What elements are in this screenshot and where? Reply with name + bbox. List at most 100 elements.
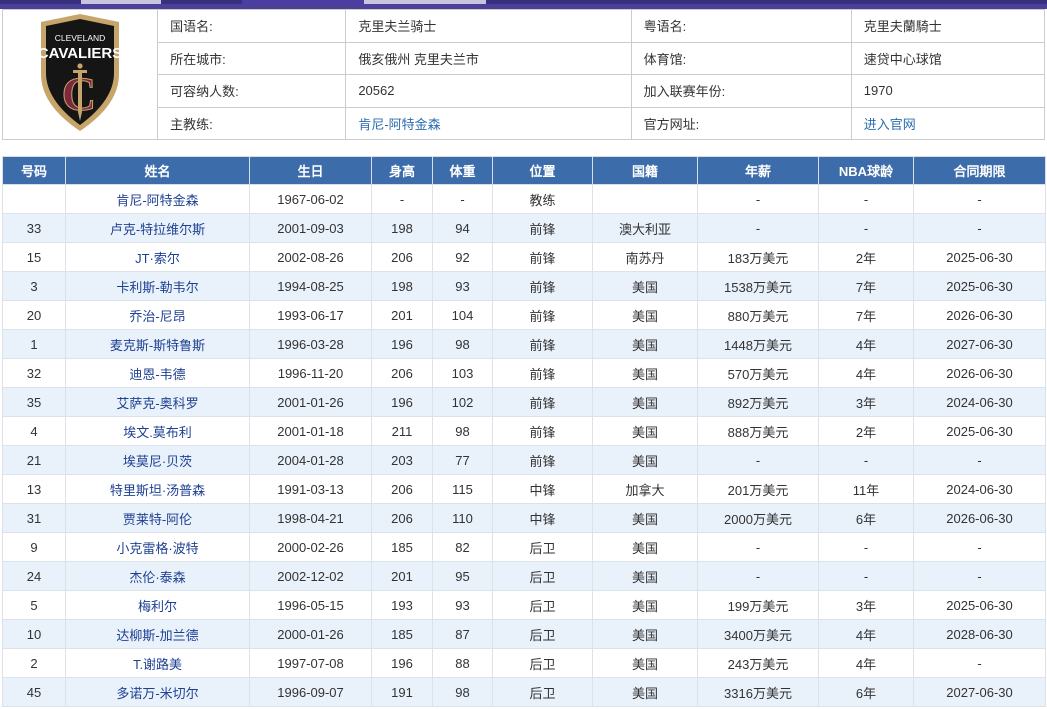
cell-birthday: 2001-01-18 xyxy=(250,417,372,446)
cell-salary: 201万美元 xyxy=(698,475,819,504)
cell-height: 185 xyxy=(372,620,433,649)
player-name-link[interactable]: 埃文.莫布利 xyxy=(123,425,192,440)
cell-birthday: 2001-01-26 xyxy=(250,388,372,417)
cell-position: 后卫 xyxy=(493,533,593,562)
cell-weight: 92 xyxy=(433,243,493,272)
cell-contract: 2028-06-30 xyxy=(914,620,1046,649)
official-site-link[interactable]: 进入官网 xyxy=(864,117,916,132)
cell-contract: 2026-06-30 xyxy=(914,301,1046,330)
cell-birthday: 1994-08-25 xyxy=(250,272,372,301)
cell-birthday: 2004-01-28 xyxy=(250,446,372,475)
cell-weight: 115 xyxy=(433,475,493,504)
table-row: 33 卢克-特拉维尔斯 2001-09-03 198 94 前锋 澳大利亚 - … xyxy=(3,214,1046,243)
player-name-link[interactable]: 达柳斯-加兰德 xyxy=(116,628,198,643)
table-row: 32 迪恩-韦德 1996-11-20 206 103 前锋 美国 570万美元… xyxy=(3,359,1046,388)
cell-nationality: 美国 xyxy=(593,620,698,649)
player-name-link[interactable]: 小克雷格·波特 xyxy=(116,541,198,556)
player-name-link[interactable]: 多诺万-米切尔 xyxy=(116,686,198,701)
cell-name: 卢克-特拉维尔斯 xyxy=(66,214,250,243)
cell-nationality: 南苏丹 xyxy=(593,243,698,272)
cell-number: 15 xyxy=(3,243,66,272)
cell-nba-years: 6年 xyxy=(819,678,914,707)
player-name-link[interactable]: 肯尼-阿特金森 xyxy=(116,193,198,208)
player-name-link[interactable]: 艾萨克-奥科罗 xyxy=(116,396,198,411)
cell-position: 后卫 xyxy=(493,620,593,649)
cell-birthday: 2000-02-26 xyxy=(250,533,372,562)
cell-birthday: 1991-03-13 xyxy=(250,475,372,504)
info-value: 克里夫蘭騎士 xyxy=(851,10,1044,43)
col-header-nationality: 国籍 xyxy=(593,157,698,185)
cell-height: 196 xyxy=(372,330,433,359)
table-row: 24 杰伦·泰森 2002-12-02 201 95 后卫 美国 - - - xyxy=(3,562,1046,591)
player-name-link[interactable]: 迪恩-韦德 xyxy=(129,367,185,382)
cell-nba-years: - xyxy=(819,214,914,243)
head-coach-link[interactable]: 肯尼-阿特金森 xyxy=(358,117,440,132)
cell-name: JT·索尔 xyxy=(66,243,250,272)
table-row: 3 卡利斯-勒韦尔 1994-08-25 198 93 前锋 美国 1538万美… xyxy=(3,272,1046,301)
table-row: 肯尼-阿特金森 1967-06-02 - - 教练 - - - xyxy=(3,185,1046,214)
cell-birthday: 2002-08-26 xyxy=(250,243,372,272)
col-header-name: 姓名 xyxy=(66,157,250,185)
player-name-link[interactable]: 埃莫尼·贝茨 xyxy=(123,454,192,469)
cell-contract: 2024-06-30 xyxy=(914,475,1046,504)
player-name-link[interactable]: 杰伦·泰森 xyxy=(129,570,185,585)
cell-number: 9 xyxy=(3,533,66,562)
cell-nationality: 美国 xyxy=(593,533,698,562)
cell-salary: - xyxy=(698,185,819,214)
player-name-link[interactable]: 卡利斯-勒韦尔 xyxy=(116,280,198,295)
cell-number: 31 xyxy=(3,504,66,533)
cell-nba-years: 3年 xyxy=(819,591,914,620)
cell-position: 前锋 xyxy=(493,243,593,272)
cell-nationality: 美国 xyxy=(593,678,698,707)
player-name-link[interactable]: T.谢路美 xyxy=(133,657,182,672)
info-value: 进入官网 xyxy=(851,107,1044,140)
info-value: 1970 xyxy=(851,75,1044,108)
col-header-contract: 合同期限 xyxy=(914,157,1046,185)
cell-weight: 110 xyxy=(433,504,493,533)
cell-position: 后卫 xyxy=(493,562,593,591)
cell-nationality: 加拿大 xyxy=(593,475,698,504)
player-name-link[interactable]: 乔治-尼昂 xyxy=(129,309,185,324)
cell-nationality: 美国 xyxy=(593,417,698,446)
info-label: 体育馆: xyxy=(631,42,851,75)
player-name-link[interactable]: 贾莱特-阿伦 xyxy=(123,512,192,527)
cell-contract: - xyxy=(914,562,1046,591)
cell-birthday: 2001-09-03 xyxy=(250,214,372,243)
cell-position: 教练 xyxy=(493,185,593,214)
cell-height: 191 xyxy=(372,678,433,707)
player-name-link[interactable]: 麦克斯-斯特鲁斯 xyxy=(110,338,205,353)
player-name-link[interactable]: 梅利尔 xyxy=(138,599,177,614)
cell-nba-years: 2年 xyxy=(819,243,914,272)
table-row: 2 T.谢路美 1997-07-08 196 88 后卫 美国 243万美元 4… xyxy=(3,649,1046,678)
player-name-link[interactable]: 特里斯坦·汤普森 xyxy=(110,483,205,498)
col-header-number: 号码 xyxy=(3,157,66,185)
cell-weight: 93 xyxy=(433,272,493,301)
cell-number: 13 xyxy=(3,475,66,504)
cell-contract: 2026-06-30 xyxy=(914,504,1046,533)
cell-nba-years: 7年 xyxy=(819,301,914,330)
roster-body: 肯尼-阿特金森 1967-06-02 - - 教练 - - - 33 卢克-特拉… xyxy=(3,185,1046,707)
cell-height: 201 xyxy=(372,301,433,330)
spacer xyxy=(0,140,1047,156)
roster-header-row: 号码 姓名 生日 身高 体重 位置 国籍 年薪 NBA球龄 合同期限 xyxy=(3,157,1046,185)
cell-salary: - xyxy=(698,533,819,562)
cell-height: 193 xyxy=(372,591,433,620)
cell-number: 4 xyxy=(3,417,66,446)
cell-name: 杰伦·泰森 xyxy=(66,562,250,591)
table-row: 5 梅利尔 1996-05-15 193 93 后卫 美国 199万美元 3年 … xyxy=(3,591,1046,620)
cell-contract: - xyxy=(914,649,1046,678)
table-row: 45 多诺万-米切尔 1996-09-07 191 98 后卫 美国 3316万… xyxy=(3,678,1046,707)
player-name-link[interactable]: JT·索尔 xyxy=(135,251,180,266)
cell-number: 45 xyxy=(3,678,66,707)
cell-contract: 2024-06-30 xyxy=(914,388,1046,417)
info-label: 国语名: xyxy=(158,10,346,43)
cell-birthday: 1993-06-17 xyxy=(250,301,372,330)
cell-position: 前锋 xyxy=(493,417,593,446)
cell-weight: 104 xyxy=(433,301,493,330)
cell-number: 32 xyxy=(3,359,66,388)
cell-nba-years: 4年 xyxy=(819,330,914,359)
cell-height: 198 xyxy=(372,272,433,301)
info-label: 加入联赛年份: xyxy=(631,75,851,108)
player-name-link[interactable]: 卢克-特拉维尔斯 xyxy=(110,222,205,237)
info-value: 20562 xyxy=(346,75,631,108)
